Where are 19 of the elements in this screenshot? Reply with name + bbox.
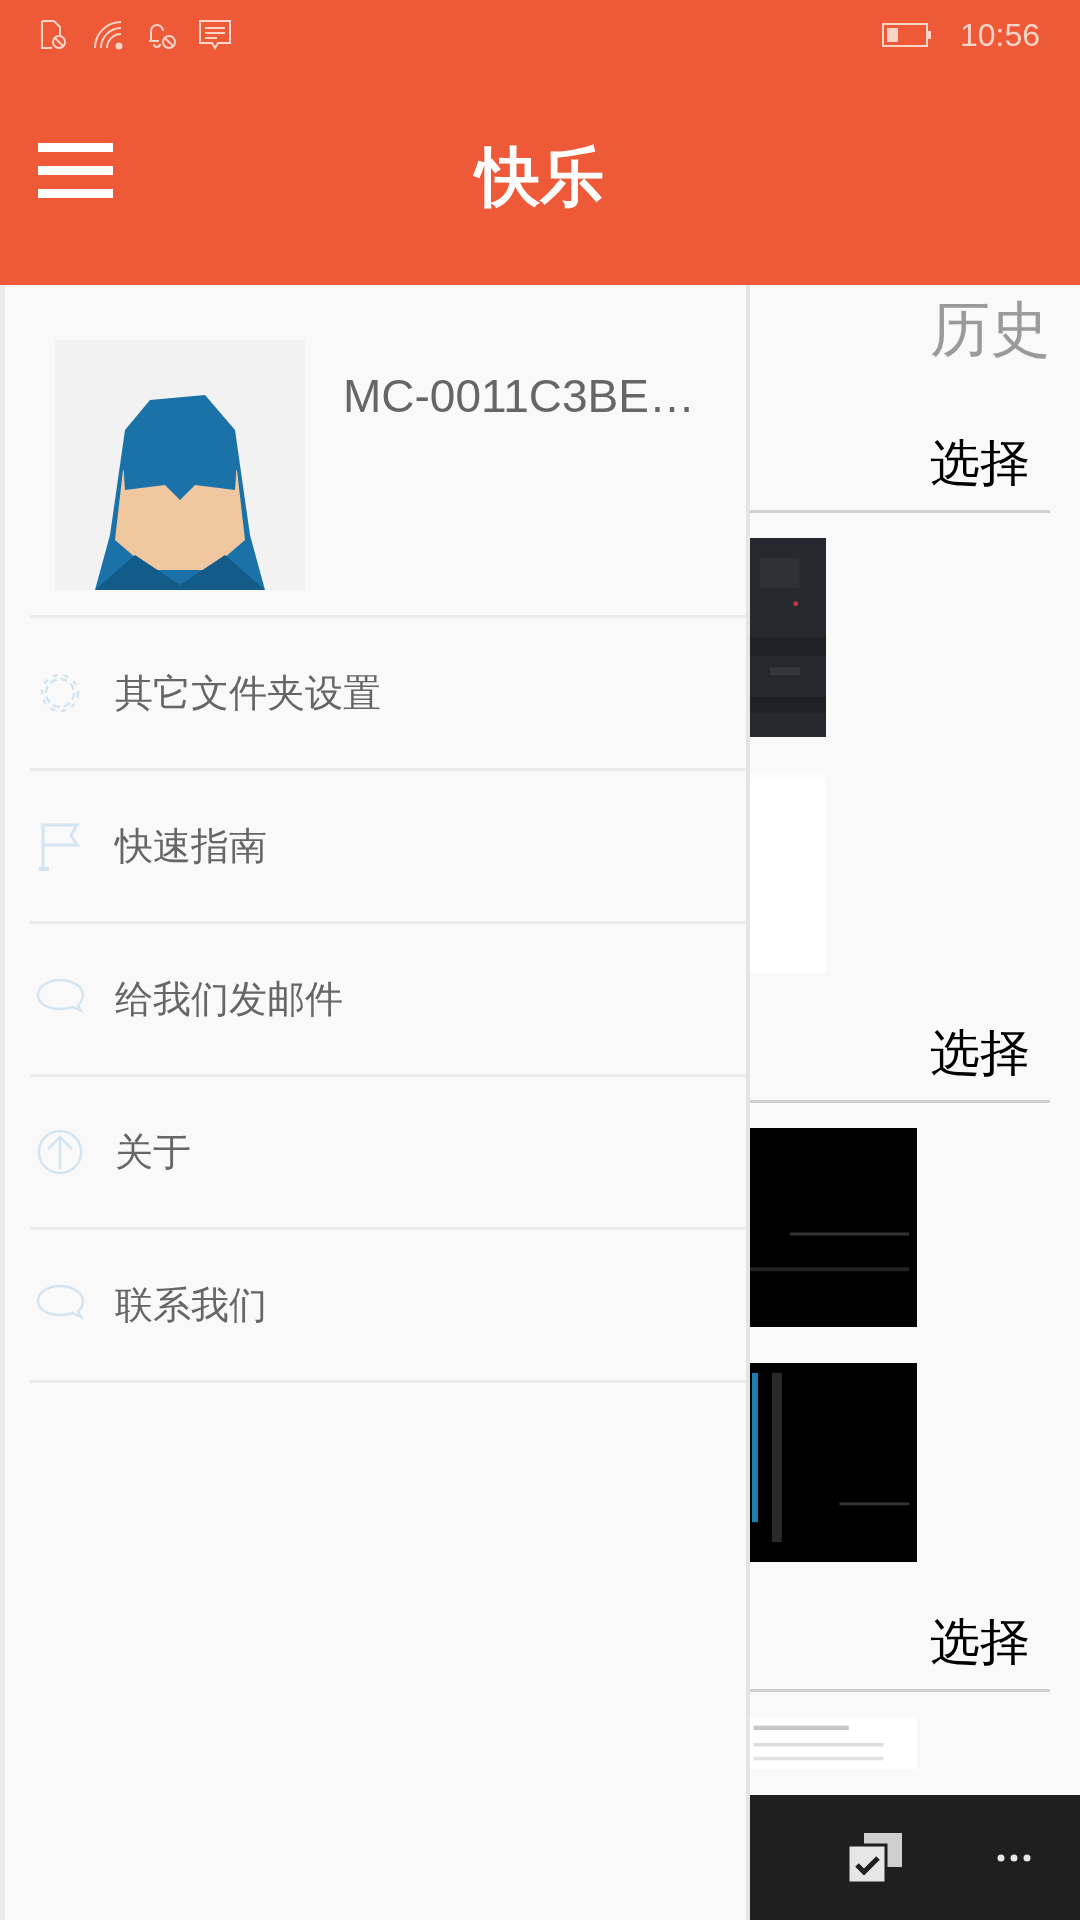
- message-icon: [198, 18, 232, 52]
- no-sim-icon: [40, 20, 67, 50]
- battery-icon: [881, 22, 932, 48]
- menu-item[interactable]: 联系我们: [30, 1230, 746, 1383]
- menu-item[interactable]: 其它文件夹设置: [30, 618, 746, 771]
- menu-item[interactable]: 快速指南: [30, 771, 746, 924]
- avatar-icon: [55, 340, 305, 590]
- select-all-icon[interactable]: [848, 1832, 902, 1883]
- more-icon[interactable]: [997, 1853, 1031, 1862]
- select-link[interactable]: 选择: [930, 1028, 1030, 1078]
- menu-item[interactable]: 给我们发邮件: [30, 924, 746, 1077]
- menu-button[interactable]: [38, 143, 113, 198]
- app-logo: 快乐: [470, 139, 610, 216]
- clock-time: 10:56: [959, 16, 1040, 55]
- wifi-icon: [93, 20, 123, 50]
- menu-item[interactable]: 关于: [30, 1077, 746, 1230]
- user-name: MC-0011C3BE…: [343, 369, 695, 424]
- select-link[interactable]: 选择: [930, 1617, 1030, 1667]
- select-link[interactable]: 选择: [930, 438, 1030, 488]
